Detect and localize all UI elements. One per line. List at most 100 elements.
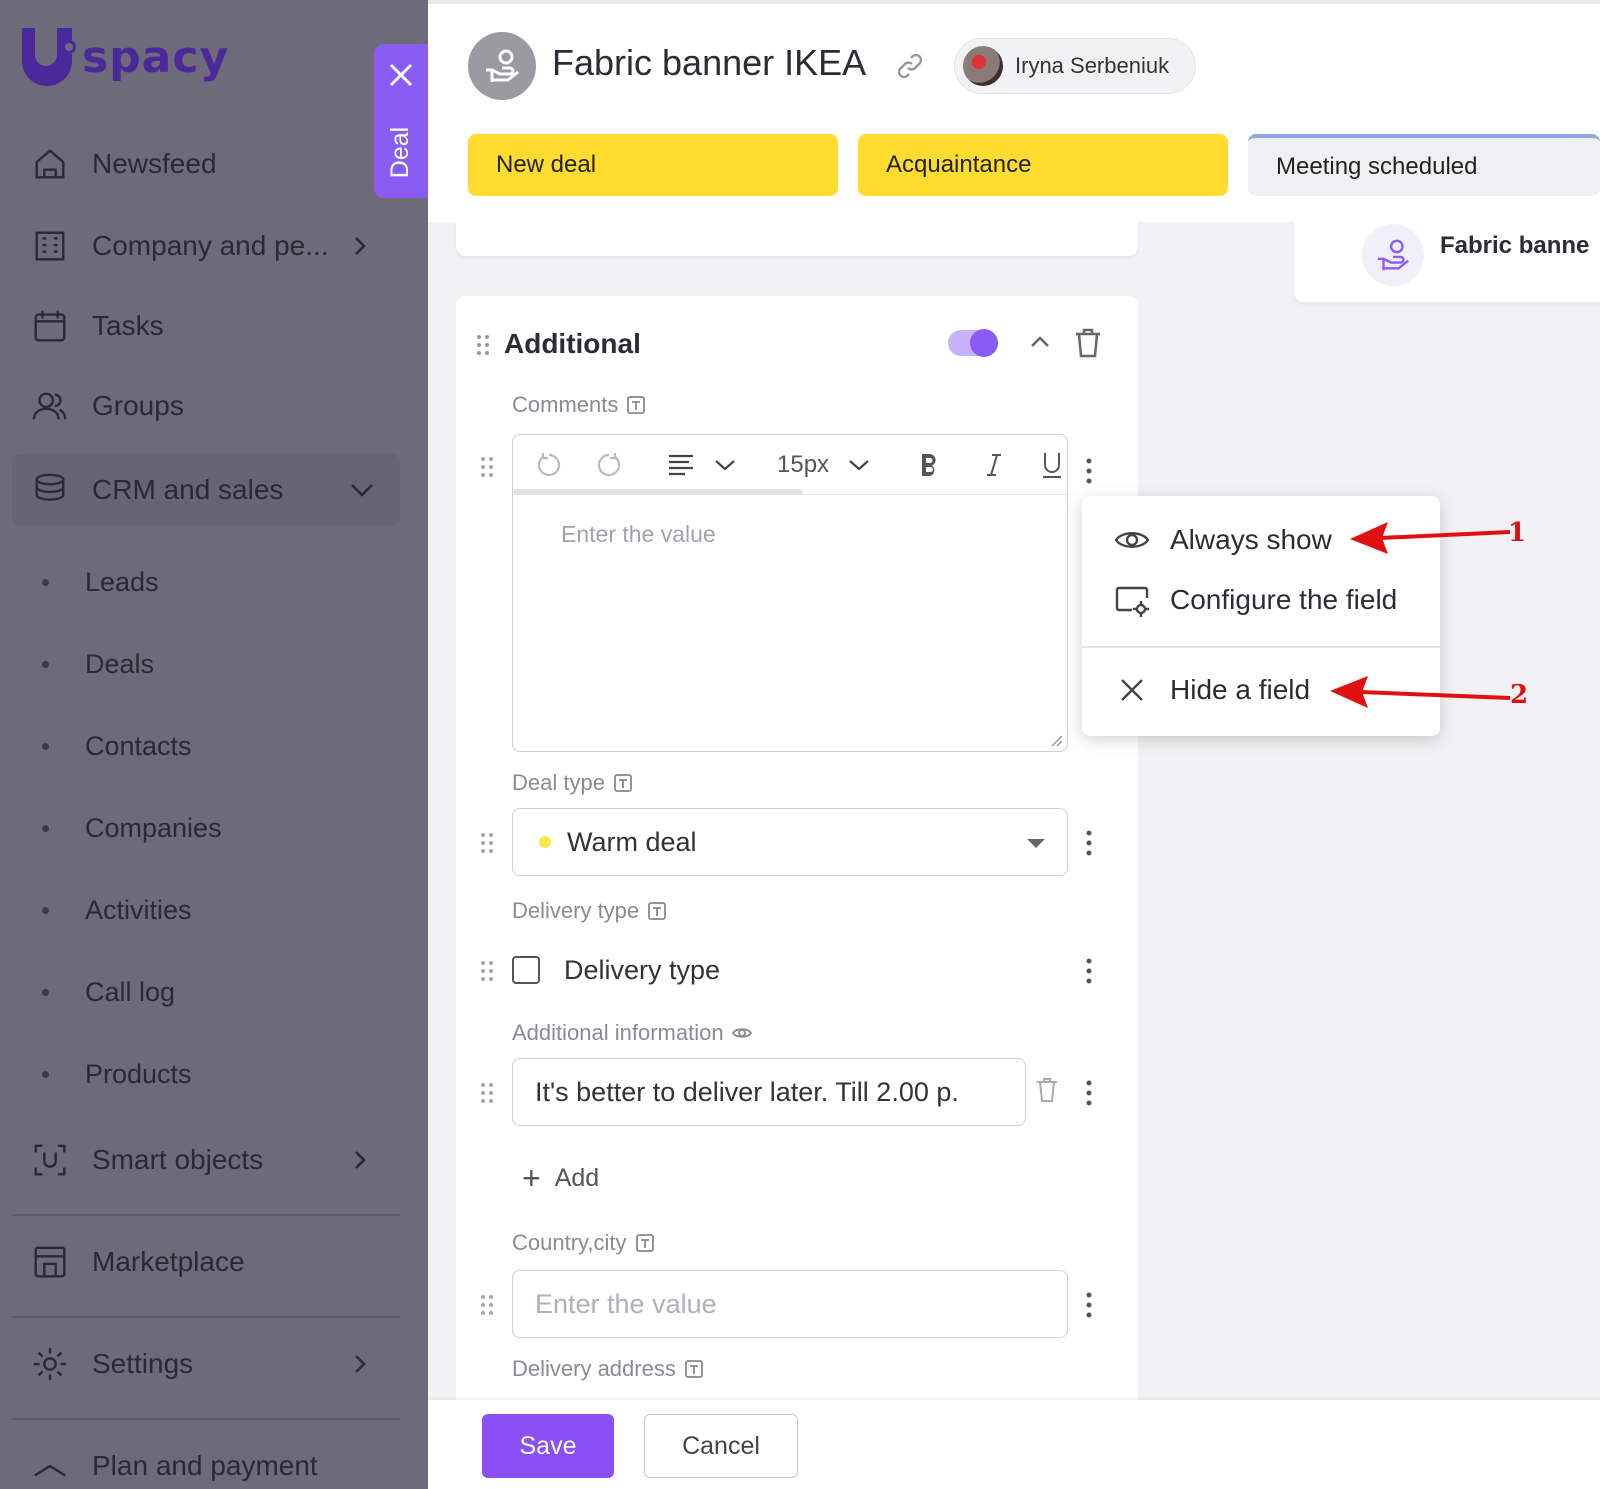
dropdown-arrow-icon	[1027, 839, 1045, 848]
close-icon[interactable]	[388, 62, 414, 88]
chevron-down-icon[interactable]	[847, 449, 871, 481]
responsible-user-chip[interactable]: Iryna Serbeniuk	[954, 38, 1196, 94]
add-value-button[interactable]: + Add	[522, 1160, 599, 1197]
more-options-icon[interactable]	[1084, 956, 1094, 986]
deal-panel-tab[interactable]: Deal	[374, 44, 428, 198]
drag-handle-icon[interactable]	[476, 334, 490, 356]
comments-editor[interactable]: 15px Enter the value	[512, 434, 1068, 752]
gear-icon	[30, 1344, 70, 1384]
section-title: Additional	[504, 328, 641, 359]
drag-handle-icon[interactable]	[480, 832, 494, 854]
toolbar-scrollbar[interactable]	[513, 489, 803, 495]
page-title[interactable]: Fabric banner IKEA	[552, 42, 866, 84]
stage-meeting-scheduled[interactable]: Meeting scheduled	[1248, 134, 1600, 196]
menu-item-configure-field[interactable]: Configure the field	[1082, 570, 1440, 630]
cancel-button[interactable]: Cancel	[644, 1414, 798, 1478]
deal-type-select[interactable]: Warm deal	[512, 808, 1068, 876]
trash-icon[interactable]	[1072, 326, 1104, 360]
sidebar-divider	[12, 1316, 400, 1318]
annotation-arrow-1	[1350, 522, 1511, 554]
chevron-right-icon	[355, 1355, 366, 1373]
related-deal-card[interactable]: Fabric banne	[1294, 210, 1600, 302]
sidebar-item-plan[interactable]: Plan and payment	[12, 1430, 400, 1489]
sidebar-subitem-call-log[interactable]: Call log	[42, 962, 175, 1022]
sidebar-item-company[interactable]: Company and pe...	[12, 210, 400, 282]
sidebar-item-newsfeed[interactable]: Newsfeed	[12, 128, 400, 200]
underline-icon[interactable]	[1041, 449, 1063, 481]
align-icon[interactable]	[667, 449, 695, 481]
sidebar-item-crm[interactable]: CRM and sales	[12, 454, 400, 526]
sidebar-item-tasks[interactable]: Tasks	[12, 290, 400, 362]
text-field-icon	[614, 774, 632, 792]
link-icon[interactable]	[894, 50, 926, 82]
company-icon	[30, 226, 70, 266]
sidebar-divider	[12, 1214, 400, 1216]
menu-divider	[1082, 646, 1440, 648]
plan-icon	[30, 1446, 70, 1486]
resize-handle-icon[interactable]	[1049, 733, 1063, 747]
eye-icon	[731, 1028, 752, 1038]
drag-handle-icon[interactable]	[480, 960, 494, 982]
stage-acquaintance[interactable]: Acquaintance	[858, 134, 1228, 196]
text-field-icon	[627, 396, 646, 414]
text-field-icon	[648, 902, 667, 920]
more-options-icon[interactable]	[1084, 828, 1094, 858]
bold-icon[interactable]	[919, 449, 939, 481]
sidebar-subitem-companies[interactable]: Companies	[42, 798, 222, 858]
delivery-type-checkbox[interactable]: Delivery type	[512, 950, 720, 990]
editor-toolbar: 15px	[513, 435, 1067, 495]
home-icon	[30, 144, 70, 184]
close-icon	[1121, 679, 1143, 701]
additional-section-card: Additional Comments 15px Enter the value…	[456, 296, 1138, 1489]
chevron-up-icon[interactable]	[1028, 332, 1052, 352]
additional-information-input[interactable]: It's better to deliver later. Till 2.00 …	[512, 1058, 1026, 1126]
save-button[interactable]: Save	[482, 1414, 614, 1478]
delivery-type-label: Delivery type	[512, 898, 667, 924]
trash-icon[interactable]	[1034, 1076, 1060, 1104]
section-header: Additional	[476, 326, 1116, 366]
stage-new-deal[interactable]: New deal	[468, 134, 838, 196]
deal-header: Fabric banner IKEA Iryna Serbeniuk New d…	[428, 0, 1600, 222]
more-options-icon[interactable]	[1084, 1078, 1094, 1108]
chevron-right-icon	[355, 237, 366, 255]
chevron-down-icon	[351, 484, 373, 497]
sidebar-subitem-contacts[interactable]: Contacts	[42, 716, 192, 776]
crm-icon	[30, 470, 70, 510]
more-options-icon[interactable]	[1084, 1290, 1094, 1320]
country-city-input[interactable]: Enter the value	[512, 1270, 1068, 1338]
uspacy-logo[interactable]: spacy	[22, 26, 229, 88]
drag-handle-icon[interactable]	[480, 1082, 494, 1104]
plus-icon: +	[522, 1160, 541, 1196]
section-toggle[interactable]	[948, 329, 998, 357]
additional-information-label: Additional information	[512, 1020, 752, 1046]
drag-handle-icon[interactable]	[480, 456, 494, 478]
drag-handle-icon[interactable]	[480, 1294, 494, 1316]
sidebar-item-groups[interactable]: Groups	[12, 370, 400, 442]
sidebar-item-settings[interactable]: Settings	[12, 1328, 400, 1400]
more-options-icon[interactable]	[1084, 456, 1094, 486]
calendar-icon	[30, 306, 70, 346]
sidebar-item-marketplace[interactable]: Marketplace	[12, 1226, 400, 1298]
redo-icon[interactable]	[595, 449, 623, 481]
font-size-select[interactable]: 15px	[777, 449, 829, 481]
italic-icon[interactable]	[985, 449, 1003, 481]
sidebar-subitem-deals[interactable]: Deals	[42, 634, 154, 694]
configure-icon	[1115, 586, 1149, 617]
sidebar-subitem-activities[interactable]: Activities	[42, 880, 192, 940]
status-dot	[539, 836, 551, 848]
sidebar-item-smart-objects[interactable]: Smart objects	[12, 1124, 400, 1196]
sidebar-divider	[12, 1418, 400, 1420]
country-city-label: Country,city	[512, 1230, 655, 1256]
deal-icon	[486, 49, 519, 82]
form-footer: Save Cancel	[428, 1400, 1600, 1489]
sidebar-subitem-leads[interactable]: Leads	[42, 552, 159, 612]
delivery-address-label: Delivery address	[512, 1356, 704, 1382]
comments-label: Comments	[512, 392, 646, 418]
chevron-down-icon[interactable]	[713, 449, 737, 481]
annotation-arrow-2	[1330, 676, 1511, 708]
avatar	[963, 46, 1003, 86]
sidebar-subitem-products[interactable]: Products	[42, 1044, 192, 1104]
checkbox[interactable]	[512, 956, 540, 984]
marketplace-icon	[30, 1242, 70, 1282]
undo-icon[interactable]	[535, 449, 563, 481]
